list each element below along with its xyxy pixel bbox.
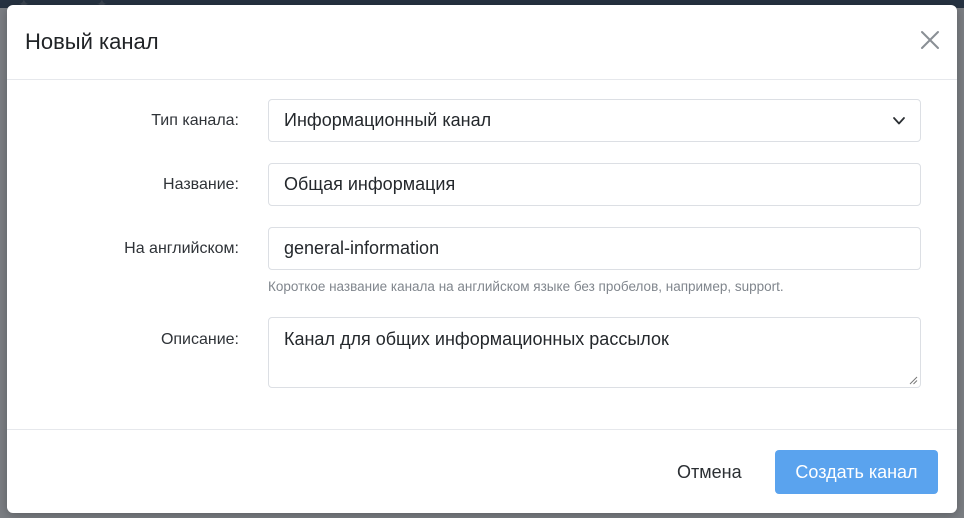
channel-description-value: Канал для общих информационных рассылок — [284, 329, 669, 349]
chevron-down-icon — [893, 117, 905, 125]
channel-name-value: Общая информация — [284, 174, 456, 194]
type-label: Тип канала: — [151, 112, 239, 129]
modal-header: Новый канал — [7, 5, 957, 80]
description-label: Описание: — [160, 331, 239, 348]
name-label: Название: — [163, 176, 239, 193]
channel-type-value: Информационный канал — [284, 110, 492, 130]
channel-english-input[interactable]: general-information — [268, 227, 921, 270]
close-icon — [921, 31, 939, 49]
cancel-button[interactable]: Отмена — [667, 450, 752, 494]
new-channel-dialog: Новый канал Тип канала: Информационный к… — [7, 5, 957, 513]
channel-type-select[interactable]: Информационный канал — [268, 99, 921, 142]
create-channel-button[interactable]: Создать канал — [775, 450, 938, 494]
modal-footer: Отмена Создать канал — [7, 429, 957, 513]
channel-english-value: general-information — [284, 238, 440, 258]
modal-title: Новый канал — [25, 29, 159, 54]
english-hint: Короткое название канала на английском я… — [268, 279, 784, 294]
channel-description-textarea[interactable]: Канал для общих информационных рассылок — [268, 317, 921, 388]
channel-name-input[interactable]: Общая информация — [268, 163, 921, 206]
close-button[interactable] — [917, 27, 943, 53]
resize-grip-icon[interactable] — [908, 375, 918, 385]
english-label: На английском: — [124, 240, 239, 257]
